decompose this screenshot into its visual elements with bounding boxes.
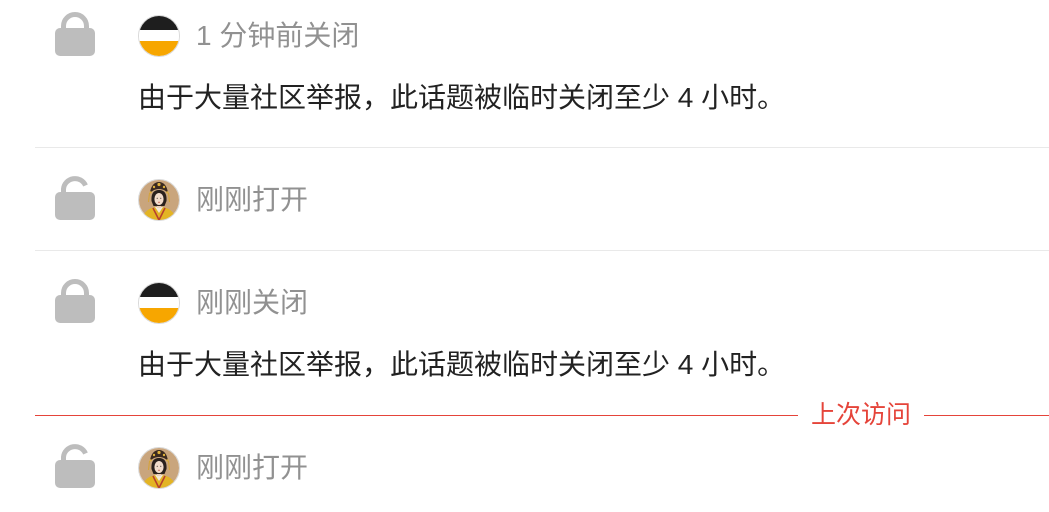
small-action-post: 刚刚打开 xyxy=(0,444,1049,490)
action-label: 刚刚打开 xyxy=(196,452,309,483)
action-label: 刚刚打开 xyxy=(196,184,309,215)
action-message: 由于大量社区举报，此话题被临时关闭至少 4 小时。 xyxy=(138,82,786,113)
user-avatar[interactable] xyxy=(138,179,180,221)
last-visit-divider: 上次访问 xyxy=(35,397,1049,433)
small-action-header: 刚刚关闭 xyxy=(0,279,1049,325)
small-action-post: 刚刚打开 xyxy=(0,176,1049,222)
post-divider xyxy=(35,147,1049,148)
action-label: 刚刚关闭 xyxy=(196,287,309,318)
lock-icon xyxy=(55,12,95,56)
last-visit-line xyxy=(35,414,798,416)
small-action-post: 刚刚关闭 由于大量社区举报，此话题被临时关闭至少 4 小时。 xyxy=(0,279,1049,380)
post-divider xyxy=(35,250,1049,251)
small-action-header: 1 分钟前关闭 xyxy=(0,12,1049,58)
user-avatar[interactable] xyxy=(138,15,180,57)
last-visit-line xyxy=(924,414,1049,416)
topic-post-stream: 1 分钟前关闭 由于大量社区举报，此话题被临时关闭至少 4 小时。 刚刚打开 刚… xyxy=(0,0,1049,512)
small-action-header: 刚刚打开 xyxy=(0,444,1049,490)
unlock-icon xyxy=(55,176,95,220)
lock-icon xyxy=(55,279,95,323)
action-label: 1 分钟前关闭 xyxy=(196,20,360,51)
last-visit-label: 上次访问 xyxy=(810,401,911,429)
small-action-header: 刚刚打开 xyxy=(0,176,1049,222)
small-action-post: 1 分钟前关闭 由于大量社区举报，此话题被临时关闭至少 4 小时。 xyxy=(0,12,1049,113)
action-message: 由于大量社区举报，此话题被临时关闭至少 4 小时。 xyxy=(138,349,786,380)
user-avatar[interactable] xyxy=(138,282,180,324)
unlock-icon xyxy=(55,444,95,488)
user-avatar[interactable] xyxy=(138,447,180,489)
